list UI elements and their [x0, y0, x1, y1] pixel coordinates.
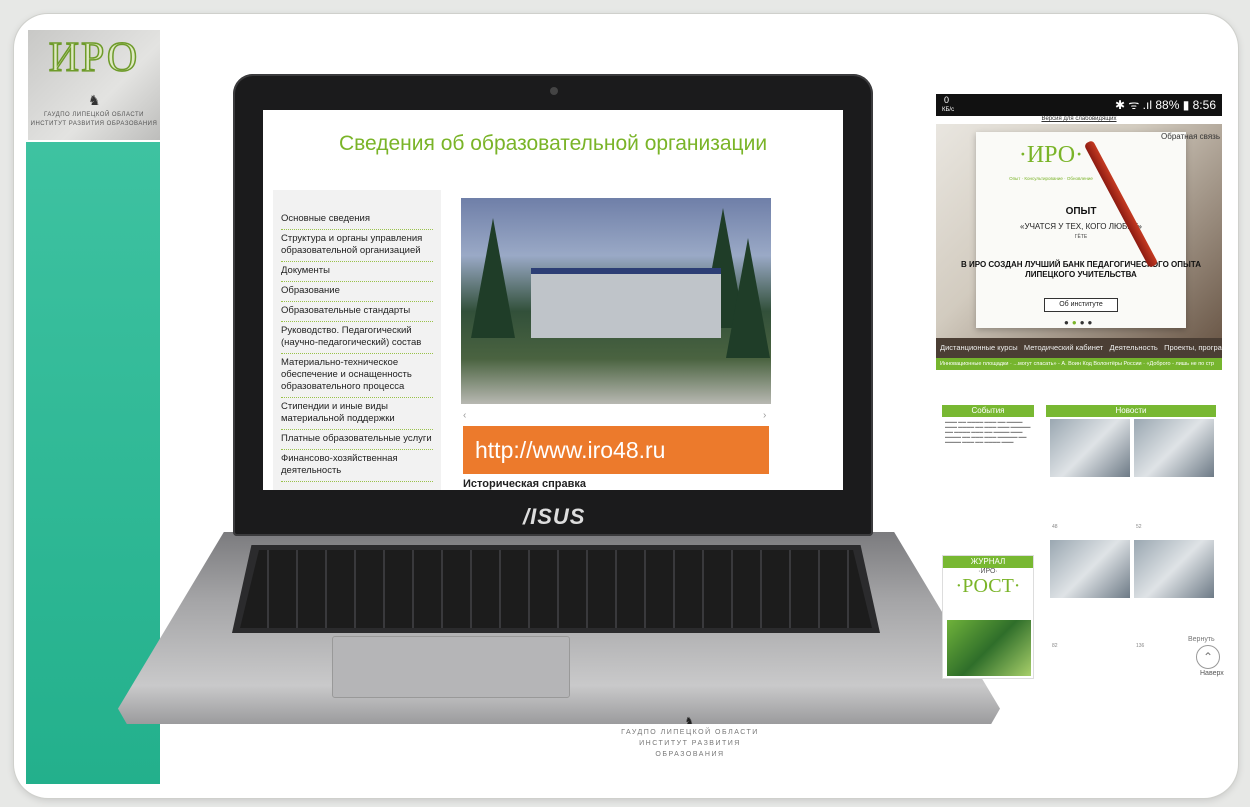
- url-banner[interactable]: http://www.iro48.ru: [463, 426, 769, 474]
- coat-of-arms-icon: ♞: [684, 716, 696, 727]
- events-header: События: [942, 405, 1034, 417]
- mobile-nav: Дистанционные курсы Методический кабинет…: [936, 338, 1222, 358]
- menu-item[interactable]: Структура и органы управления образовате…: [281, 230, 433, 262]
- page-title: Сведения об образовательной организации: [338, 132, 768, 155]
- news-thumbnail[interactable]: [1134, 419, 1214, 477]
- view-count: 48: [1052, 524, 1058, 530]
- side-menu: Основные сведения Структура и органы упр…: [273, 190, 441, 490]
- hero-banner: ·ИРО· Опыт · Консультирование · Обновлен…: [936, 124, 1222, 342]
- to-top-link[interactable]: Наверх: [1200, 670, 1224, 677]
- view-count: 52: [1136, 524, 1142, 530]
- logo-subtitle-2: ИНСТИТУТ РАЗВИТИЯ ОБРАЗОВАНИЯ: [30, 121, 158, 127]
- status-bar: 0 КБ/с ✱ ᯤ .ıl 88% ▮ 8:56: [936, 94, 1222, 116]
- webcam-icon: [550, 87, 558, 95]
- next-arrow-icon[interactable]: ›: [763, 410, 766, 421]
- logo-word: ИРО: [48, 34, 140, 82]
- laptop-screen: Сведения об образовательной организации …: [263, 110, 843, 490]
- menu-item[interactable]: Основные сведения: [281, 210, 433, 230]
- menu-item[interactable]: Образовательные стандарты: [281, 302, 433, 322]
- menu-item[interactable]: Руководство. Педагогический (научно-педа…: [281, 322, 433, 354]
- footer-caption: ♞ ГАУДПО ЛИПЕЦКОЙ ОБЛАСТИ ИНСТИТУТ РАЗВИ…: [610, 716, 770, 760]
- slide-stage: ИРО ♞ ГАУДПО ЛИПЕЦКОЙ ОБЛАСТИ ИНСТИТУТ Р…: [0, 0, 1250, 807]
- journal-header: ЖУРНАЛ: [943, 556, 1033, 568]
- coat-of-arms-icon: ♞: [88, 92, 101, 108]
- nav-item[interactable]: Проекты, программы: [1164, 343, 1222, 352]
- iro-logo: ИРО ♞ ГАУДПО ЛИПЕЦКОЙ ОБЛАСТИ ИНСТИТУТ Р…: [28, 30, 160, 140]
- cut-heading: Историческая справка: [463, 478, 587, 490]
- view-count: 136: [1136, 643, 1145, 649]
- nav-item[interactable]: Деятельность: [1110, 343, 1158, 352]
- status-icons: ✱ ᯤ .ıl 88% ▮ 8:56: [1115, 98, 1216, 112]
- hero-quote: «УЧАТСЯ У ТЕХ, КОГО ЛЮБЯТ»: [1020, 222, 1142, 231]
- events-panel: События ▬▬▬ ▬▬ ▬▬▬▬ ▬▬▬ ▬▬ ▬▬▬▬ ▬▬▬ ▬▬▬▬…: [942, 405, 1034, 543]
- nav-item[interactable]: Методический кабинет: [1024, 343, 1103, 352]
- hero-card: ·ИРО· Опыт · Консультирование · Обновлен…: [961, 132, 1201, 328]
- low-vision-link[interactable]: Версия для слабовидящих: [936, 116, 1222, 122]
- events-text: ▬▬▬ ▬▬ ▬▬▬▬ ▬▬▬ ▬▬ ▬▬▬▬ ▬▬▬ ▬▬▬▬ ▬▬ ▬▬▬ …: [945, 419, 1031, 444]
- menu-item[interactable]: Стипендии и иные виды материальной подде…: [281, 398, 433, 430]
- menu-item[interactable]: Финансово-хозяйственная деятельность: [281, 450, 433, 482]
- mobile-screenshot: 0 КБ/с ✱ ᯤ .ıl 88% ▮ 8:56 Версия для сла…: [936, 94, 1222, 386]
- footer-line-2: ИНСТИТУТ РАЗВИТИЯ ОБРАЗОВАНИЯ: [639, 740, 741, 758]
- back-link[interactable]: Вернуть: [1188, 636, 1215, 643]
- journal-cover: [947, 620, 1031, 676]
- hero-quote-author: ГЁТЕ: [1074, 234, 1088, 240]
- about-button[interactable]: Об институте: [1044, 298, 1118, 312]
- journal-panel[interactable]: ЖУРНАЛ ·ИРО· ·РОСТ·: [942, 555, 1034, 679]
- building-photo: [461, 198, 771, 404]
- news-thumbnail[interactable]: [1050, 419, 1130, 477]
- journal-title: ·РОСТ·: [955, 575, 1021, 597]
- news-thumbnail[interactable]: [1134, 540, 1214, 598]
- scroll-up-icon[interactable]: ⌃: [1196, 645, 1220, 669]
- news-header: Новости: [1046, 405, 1216, 417]
- touchpad: [332, 636, 570, 698]
- news-panel: Новости 48 52: [1046, 405, 1216, 533]
- keyboard-keys: [240, 550, 872, 628]
- hero-announcement: В ИРО СОЗДАН ЛУЧШИЙ БАНК ПЕДАГОГИЧЕСКОГО…: [961, 260, 1201, 279]
- logo-subtitle-1: ГАУДПО ЛИПЕЦКОЙ ОБЛАСТИ: [44, 112, 144, 118]
- menu-item[interactable]: Документы: [281, 262, 433, 282]
- journal-iro-logo: ·ИРО·: [978, 568, 998, 575]
- prev-arrow-icon[interactable]: ‹: [463, 410, 466, 421]
- laptop-brand-logo: /ISUS: [523, 504, 586, 529]
- nav-item[interactable]: Дистанционные курсы: [940, 343, 1018, 352]
- menu-item[interactable]: Образование: [281, 282, 433, 302]
- news-ticker[interactable]: Инновационные площадки · ...могут спасат…: [936, 358, 1222, 370]
- footer-line-1: ГАУДПО ЛИПЕЦКОЙ ОБЛАСТИ: [621, 729, 759, 736]
- laptop-lid: Сведения об образовательной организации …: [233, 74, 873, 536]
- carousel-dots[interactable]: ●●●●: [1064, 318, 1095, 327]
- hero-heading: ОПЫТ: [1065, 206, 1097, 217]
- menu-item[interactable]: Платные образовательные услуги: [281, 430, 433, 450]
- menu-item[interactable]: Материально-техническое обеспечение и ос…: [281, 354, 433, 398]
- view-count: 82: [1052, 643, 1058, 649]
- news-panel-2: 82 136: [1046, 538, 1216, 676]
- news-thumbnail[interactable]: [1050, 540, 1130, 598]
- feedback-link[interactable]: Обратная связь: [1161, 132, 1220, 141]
